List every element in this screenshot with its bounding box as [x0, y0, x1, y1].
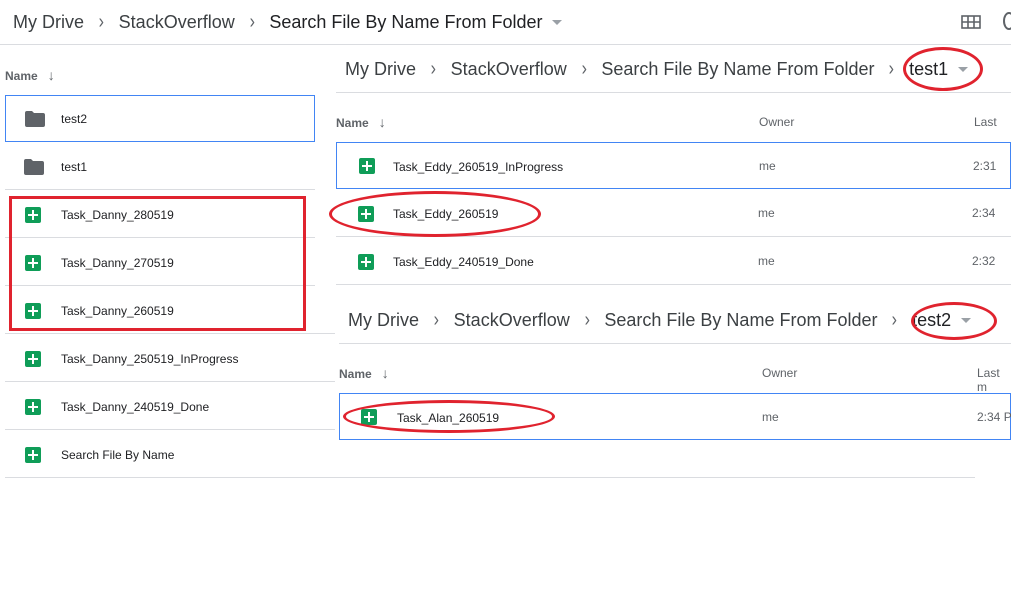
breadcrumb-stackoverflow[interactable]: StackOverflow	[119, 12, 235, 33]
chevron-right-icon: ›	[433, 309, 440, 331]
column-header-name[interactable]: Name ↓	[336, 114, 386, 130]
list-item[interactable]: Task_Danny_250519_InProgress	[5, 335, 335, 382]
google-sheets-icon	[25, 399, 41, 415]
list-item[interactable]: Task_Danny_240519_Done	[5, 383, 335, 430]
chevron-right-icon: ›	[892, 309, 898, 331]
google-sheets-icon	[25, 447, 41, 463]
column-header-owner[interactable]: Owner	[759, 115, 794, 129]
file-owner: me	[762, 410, 779, 424]
divider	[339, 343, 1011, 344]
breadcrumb: My Drive › StackOverflow › Search File B…	[348, 309, 972, 332]
file-name: Task_Danny_250519_InProgress	[61, 352, 239, 366]
breadcrumb-search-file-folder[interactable]: Search File By Name From Folder	[604, 310, 877, 331]
chevron-right-icon: ›	[249, 11, 255, 33]
column-header-last-modified[interactable]: Last m	[977, 366, 1011, 394]
column-header-name[interactable]: Name ↓	[339, 365, 389, 381]
column-header-last-modified[interactable]: Last	[974, 115, 997, 129]
chevron-right-icon: ›	[430, 58, 437, 80]
breadcrumb-my-drive[interactable]: My Drive	[13, 12, 84, 33]
annotation-ellipse	[903, 47, 983, 91]
sort-arrow-down-icon: ↓	[378, 114, 386, 130]
breadcrumb-current-folder[interactable]: Search File By Name From Folder	[269, 12, 542, 33]
file-owner: me	[759, 159, 776, 173]
folder-icon	[25, 111, 45, 127]
file-name: Task_Eddy_240519_Done	[393, 255, 534, 269]
file-name: Search File By Name	[61, 448, 175, 462]
breadcrumb-search-file-folder[interactable]: Search File By Name From Folder	[601, 59, 874, 80]
sort-arrow-down-icon: ↓	[381, 365, 389, 381]
file-owner: me	[758, 206, 775, 220]
divider	[336, 92, 1011, 93]
file-name: test2	[61, 112, 88, 126]
list-item[interactable]: Task_Eddy_240519_Done me 2:32	[336, 238, 1011, 285]
list-item[interactable]: test2	[5, 95, 315, 142]
chevron-right-icon: ›	[581, 58, 587, 80]
dropdown-caret-icon[interactable]	[552, 20, 563, 25]
breadcrumb-stackoverflow[interactable]: StackOverflow	[451, 59, 567, 80]
chevron-right-icon: ›	[889, 58, 895, 80]
list-item[interactable]: Task_Eddy_260519_InProgress me 2:31	[336, 142, 1011, 189]
file-name: Task_Eddy_260519_InProgress	[393, 160, 564, 174]
breadcrumb-my-drive[interactable]: My Drive	[345, 59, 416, 80]
file-last-modified: 2:31	[973, 159, 997, 173]
annotation-ellipse	[343, 400, 555, 433]
file-name: Task_Danny_240519_Done	[61, 400, 210, 414]
file-last-modified: 2:34	[972, 206, 996, 220]
google-sheets-icon	[359, 158, 375, 174]
column-header-label: Name	[5, 69, 38, 83]
folder-icon	[24, 159, 44, 175]
file-last-modified: 2:34 P	[977, 410, 1011, 424]
annotation-ellipse	[329, 191, 541, 237]
google-sheets-icon	[25, 351, 41, 367]
sort-arrow-down-icon: ↓	[47, 67, 55, 83]
breadcrumb-stackoverflow[interactable]: StackOverflow	[454, 310, 570, 331]
file-last-modified: 2:32	[972, 254, 996, 268]
column-header-owner[interactable]: Owner	[762, 366, 797, 380]
column-header-label: Name	[339, 367, 372, 381]
column-header-label: Name	[336, 116, 369, 130]
divider	[0, 44, 1011, 45]
chevron-right-icon: ›	[98, 11, 105, 33]
grid-view-icon[interactable]	[961, 15, 981, 29]
column-header-name[interactable]: Name ↓	[5, 67, 55, 83]
annotation-box	[9, 196, 306, 331]
breadcrumb-my-drive[interactable]: My Drive	[348, 310, 419, 331]
chevron-right-icon: ›	[584, 309, 590, 331]
breadcrumb: My Drive › StackOverflow › Search File B…	[345, 58, 969, 81]
file-owner: me	[758, 254, 775, 268]
google-sheets-icon	[358, 254, 374, 270]
breadcrumb: My Drive › StackOverflow › Search File B…	[13, 11, 563, 34]
list-item[interactable]: test1	[5, 143, 335, 190]
annotation-ellipse	[911, 302, 997, 340]
file-name: test1	[61, 160, 88, 174]
info-icon[interactable]	[1003, 12, 1011, 30]
